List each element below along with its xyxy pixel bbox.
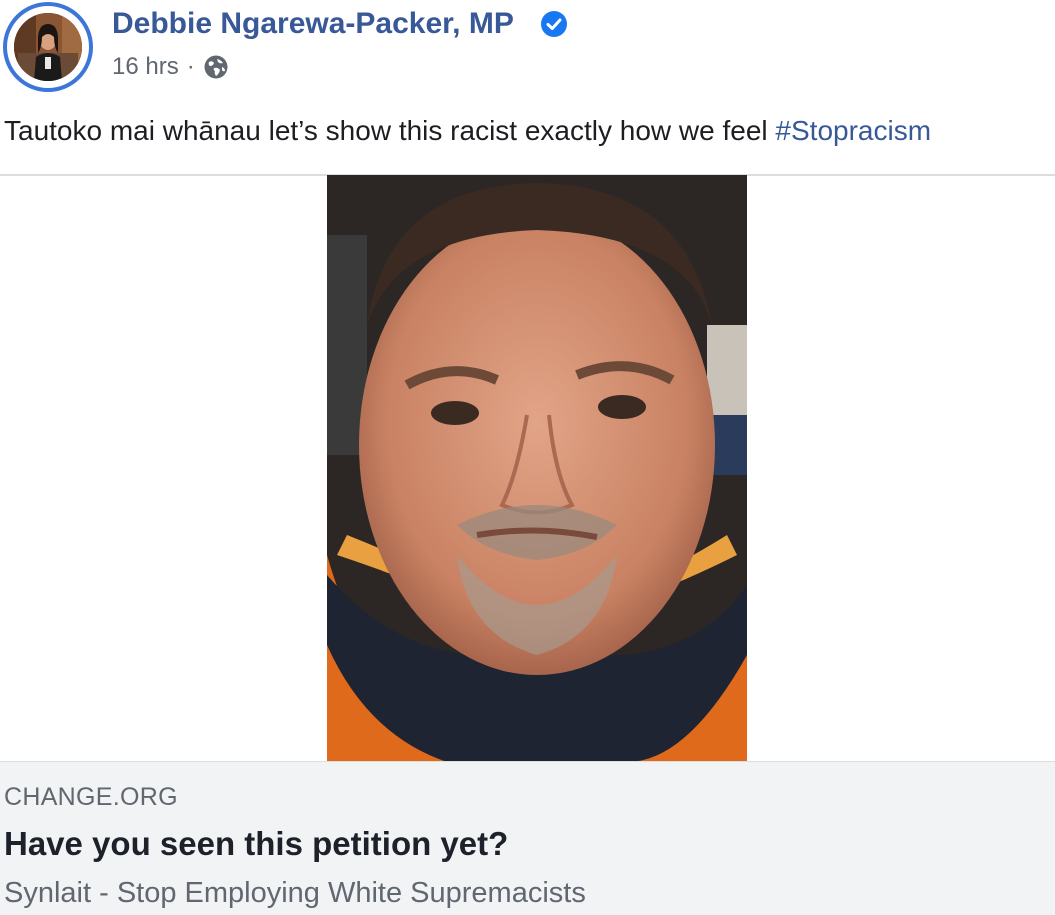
link-description: Synlait - Stop Employing White Supremaci…	[4, 877, 586, 909]
hashtag-link[interactable]: #Stopracism	[775, 115, 931, 146]
post-timestamp[interactable]: 16 hrs	[112, 52, 179, 82]
author-name[interactable]: Debbie Ngarewa-Packer, MP	[112, 6, 514, 42]
link-source: CHANGE.ORG	[4, 783, 178, 811]
post-image[interactable]	[327, 175, 747, 762]
post-message: Tautoko mai whānau let’s show this racis…	[4, 113, 931, 149]
post-meta: 16 hrs ·	[112, 52, 229, 82]
verified-badge-icon	[541, 11, 567, 37]
post-text: Tautoko mai whānau let’s show this racis…	[4, 115, 776, 146]
author-avatar[interactable]	[3, 2, 93, 92]
meta-separator: ·	[186, 53, 195, 80]
profile-photo	[14, 13, 82, 81]
facebook-post: Debbie Ngarewa-Packer, MP 16 hrs · Tauto…	[0, 0, 1055, 915]
link-preview[interactable]: CHANGE.ORG Have you seen this petition y…	[0, 761, 1055, 915]
globe-icon[interactable]	[203, 54, 229, 80]
link-title[interactable]: Have you seen this petition yet?	[4, 824, 508, 864]
